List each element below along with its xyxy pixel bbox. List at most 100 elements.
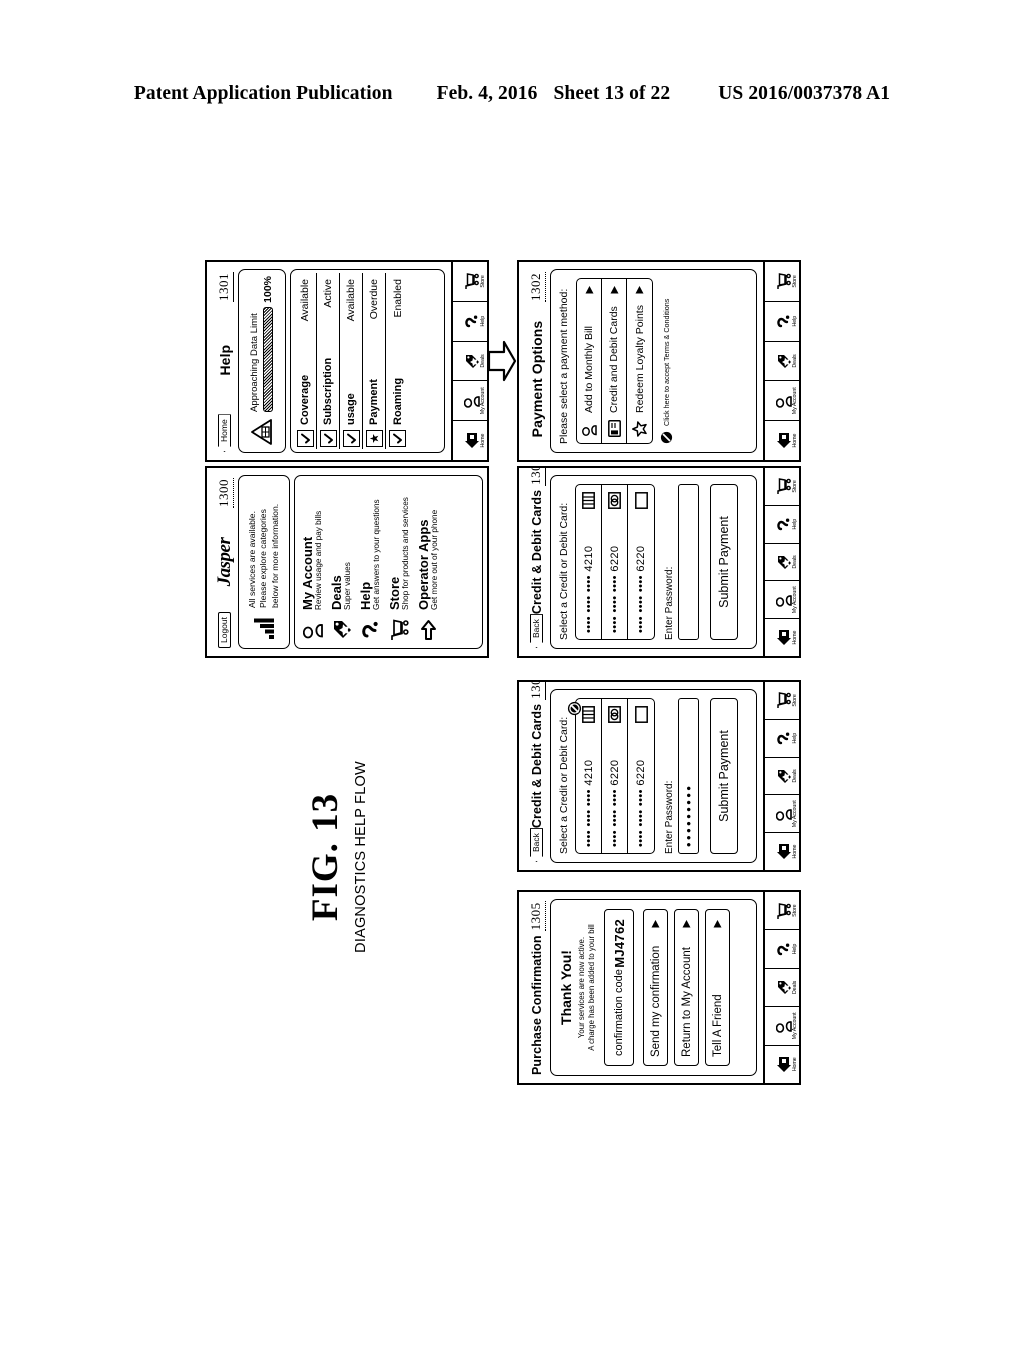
terms-and-conditions-row[interactable]: Click here to accept Terms & Conditions [660, 278, 673, 444]
nav-label: My Account [791, 1012, 798, 1040]
nav-item-deals[interactable]: Deals [765, 542, 799, 581]
card-row-4210-selected[interactable]: •••• •••• •••• 4210 [567, 699, 602, 853]
action-return-to-my-account[interactable]: Return to My Account [674, 909, 700, 1066]
password-label: Enter Password: [664, 780, 675, 854]
menu-item-my-account[interactable]: My Account Review usage and pay bills [298, 480, 327, 644]
action-send-my-confirmation[interactable]: Send my confirmation [643, 909, 669, 1066]
menu-item-help[interactable]: Help Get answers to your questions [356, 480, 385, 644]
page-title: Payment Options [528, 320, 545, 438]
submit-payment-button[interactable]: Submit Payment [710, 484, 738, 640]
nav-item-home[interactable]: Home [765, 832, 799, 870]
home-icon [775, 432, 792, 449]
nav-item-my-account[interactable]: My Account [453, 380, 487, 421]
logout-button[interactable]: Logout [217, 612, 232, 648]
data-limit-alert-panel[interactable]: Approaching Data Limit 100% [238, 269, 286, 453]
diagnostic-row-payment[interactable]: Payment Overdue [363, 273, 386, 449]
menu-item-operator-apps[interactable]: Operator Apps Get more out of your phone [414, 480, 443, 644]
nav-item-store[interactable]: Store [765, 682, 799, 719]
card-row-6220-a[interactable]: •••• •••• •••• 6220 [602, 485, 628, 639]
check-flag-icon [319, 430, 337, 447]
my-account-icon [302, 618, 323, 642]
payment-option-redeem-loyalty-points[interactable]: Redeem Loyalty Points [627, 279, 652, 443]
nav-item-my-account[interactable]: My Account [765, 580, 799, 619]
nav-label: My Account [791, 586, 798, 614]
deals-tag-icon [775, 554, 792, 571]
nav-label: Home [479, 433, 486, 448]
card-row-6220-b[interactable]: •••• •••• •••• 6220 [628, 485, 654, 639]
alert-star-icon [365, 430, 383, 447]
menu-item-subtitle: Super values [343, 562, 353, 610]
nav-item-home[interactable]: Home [765, 618, 799, 656]
payment-options-panel: Please select a payment method: Add to M… [550, 269, 757, 453]
nav-label: Deals [791, 980, 798, 995]
card-row-6220-a[interactable]: •••• •••• •••• 6220 [602, 699, 628, 853]
submit-payment-button[interactable]: Submit Payment [710, 698, 738, 854]
bottom-nav-bar: Home My Account Deals Help Store [451, 262, 487, 460]
nav-item-store[interactable]: Store [765, 892, 799, 929]
nav-label: Help [791, 732, 798, 744]
home-button[interactable]: Home [218, 414, 231, 452]
diagnostic-row-subscription[interactable]: Subscription Active [317, 273, 340, 449]
help-question-icon [361, 618, 381, 642]
nav-item-help[interactable]: Help [765, 718, 799, 757]
nav-label: Store [791, 275, 798, 288]
diagnostic-name: Roaming [391, 377, 404, 425]
nav-item-my-account[interactable]: My Account [765, 794, 799, 833]
card-selection-panel: Select a Credit or Debit Card: •••• ••••… [550, 475, 757, 649]
menu-item-title: My Account [300, 536, 316, 610]
reference-numeral-1304: 1304 [527, 680, 546, 700]
header-date: Feb. 4, 2016 [436, 83, 538, 104]
card-circles-icon [608, 491, 622, 510]
check-flag-icon [389, 430, 406, 447]
nav-item-my-account[interactable]: My Account [765, 380, 799, 421]
card-number: •••• •••• •••• 6220 [608, 545, 621, 633]
diagnostic-status: Available [345, 279, 357, 322]
home-icon [775, 1056, 792, 1073]
deals-tag-icon [332, 618, 352, 642]
payment-option-add-to-monthly-bill[interactable]: Add to Monthly Bill [577, 279, 602, 443]
card-number: •••• •••• •••• 6220 [635, 545, 647, 633]
nav-label: Deals [479, 354, 486, 368]
password-input[interactable] [678, 484, 699, 640]
payment-option-credit-and-debit-cards[interactable]: Credit and Debit Cards [602, 279, 627, 443]
nav-item-home[interactable]: Home [765, 1044, 799, 1083]
intro-line-2: Please explore categories [258, 509, 269, 608]
nav-item-deals[interactable]: Deals [453, 340, 487, 381]
back-button[interactable]: Back [530, 614, 543, 648]
nav-item-store[interactable]: Store [765, 262, 799, 301]
screen-header: Logout Jasper 1300 [212, 473, 238, 651]
nav-item-store[interactable]: Store [453, 262, 487, 301]
selected-seal-icon [567, 701, 587, 716]
nav-item-my-account[interactable]: My Account [765, 1006, 799, 1045]
nav-item-store[interactable]: Store [765, 468, 799, 505]
home-icon [775, 843, 792, 860]
card-blank-icon [634, 705, 648, 724]
password-input[interactable]: ••••••••• [678, 698, 699, 854]
menu-item-title: Operator Apps [416, 519, 432, 610]
diagnostic-row-coverage[interactable]: Coverage Available [294, 273, 317, 449]
card-number: •••• •••• •••• 4210 [582, 545, 595, 633]
reference-numeral-1302: 1302 [527, 272, 546, 302]
diagnostic-row-usage[interactable]: usage Available [340, 273, 363, 449]
diagnostic-name: Coverage [299, 374, 311, 425]
nav-item-deals[interactable]: Deals [765, 340, 799, 381]
help-question-icon [775, 516, 792, 533]
action-tell-a-friend[interactable]: Tell A Friend [705, 909, 731, 1066]
nav-item-home[interactable]: Home [453, 420, 487, 460]
action-label: Return to My Account [680, 947, 693, 1057]
nav-item-deals[interactable]: Deals [765, 756, 799, 795]
nav-item-help[interactable]: Help [765, 504, 799, 543]
header-sheet: Sheet 13 of 22 [553, 83, 671, 104]
menu-item-store[interactable]: Store Shop for products and services [385, 480, 414, 644]
card-row-4210[interactable]: •••• •••• •••• 4210 [576, 485, 602, 639]
card-row-6220-b[interactable]: •••• •••• •••• 6220 [628, 699, 654, 853]
nav-item-help[interactable]: Help [765, 929, 799, 968]
menu-item-deals[interactable]: Deals Super values [327, 480, 356, 644]
diagnostic-row-roaming[interactable]: Roaming Enabled [386, 273, 409, 449]
nav-item-help[interactable]: Help [453, 300, 487, 341]
nav-item-help[interactable]: Help [765, 300, 799, 341]
menu-item-subtitle: Get more out of your phone [430, 509, 440, 610]
nav-item-home[interactable]: Home [765, 420, 799, 460]
back-button[interactable]: Back [530, 828, 543, 862]
nav-item-deals[interactable]: Deals [765, 967, 799, 1007]
